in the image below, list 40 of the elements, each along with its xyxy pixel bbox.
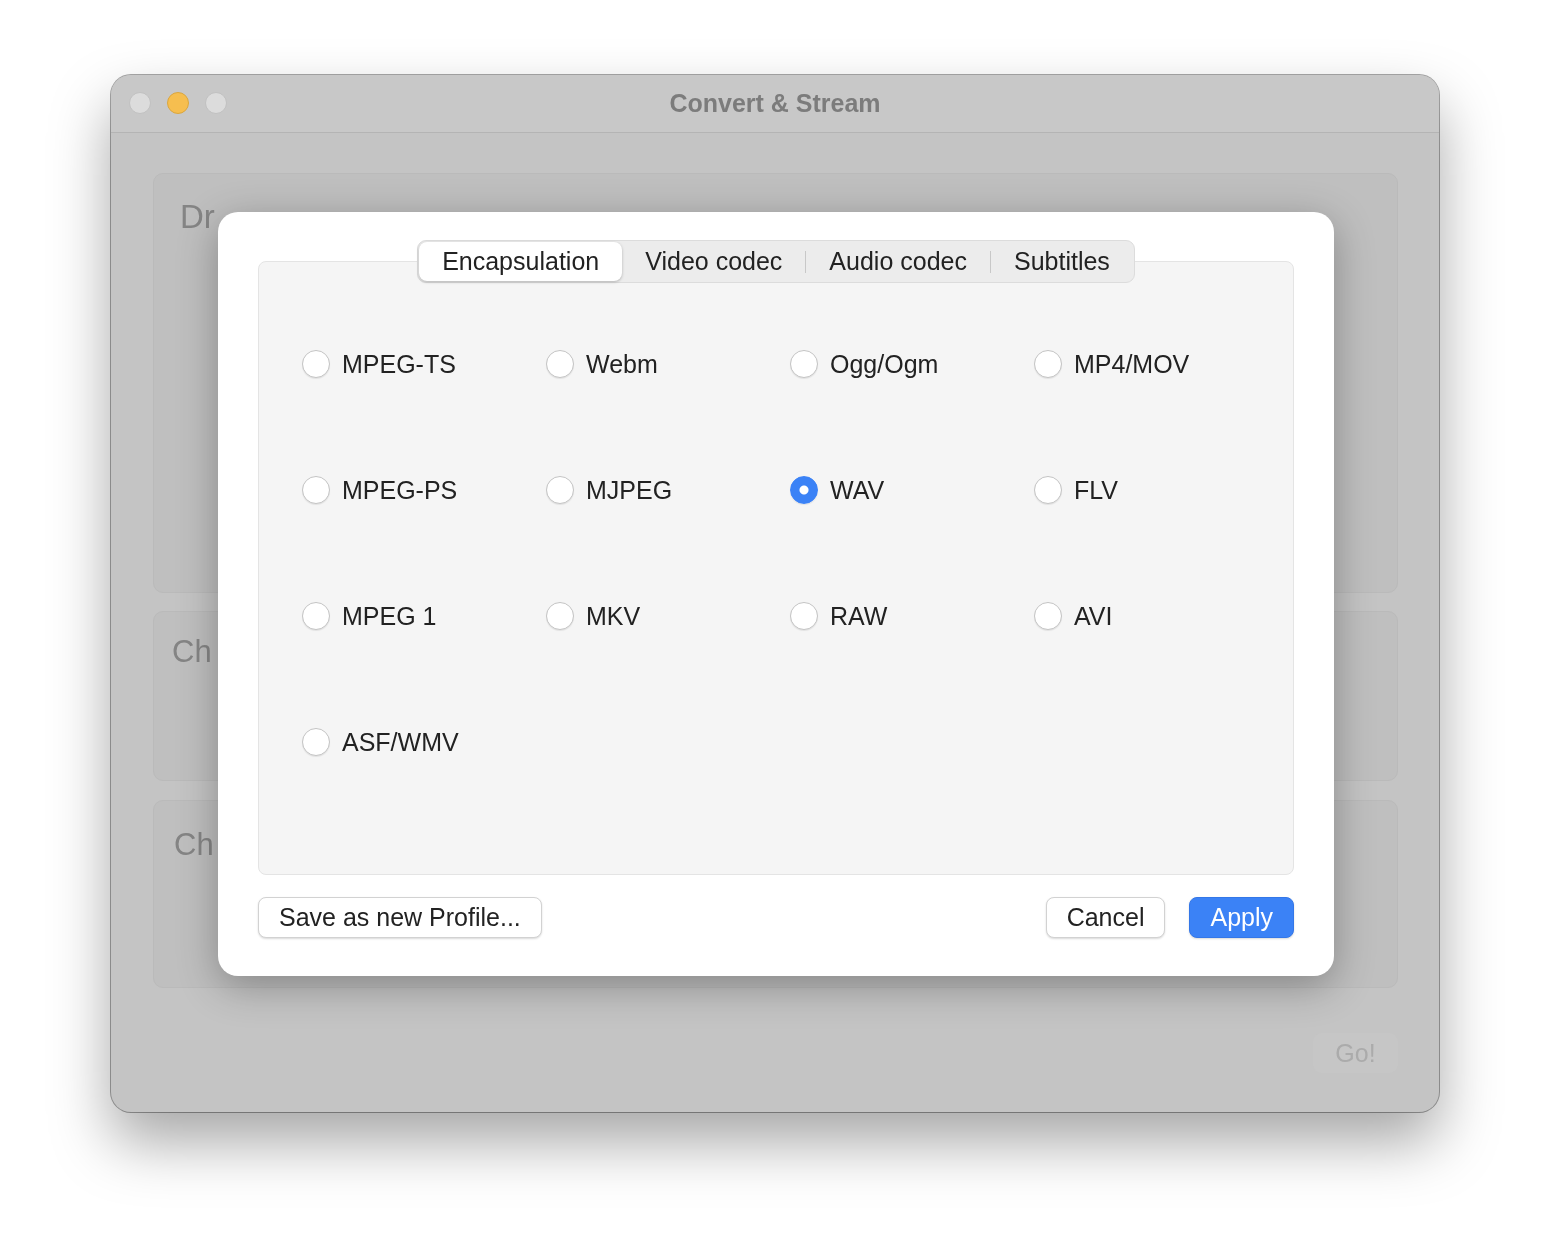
radio-option[interactable]: AVI [1034,592,1113,640]
tab[interactable]: Audio codec [806,242,990,281]
radio-option[interactable]: MPEG-TS [302,340,456,388]
radio-button[interactable] [790,350,818,378]
radio-button[interactable] [1034,602,1062,630]
zoom-button[interactable] [205,92,227,114]
radio-button[interactable] [1034,350,1062,378]
radio-button[interactable] [546,602,574,630]
tab[interactable]: Encapsulation [419,242,623,281]
radio-option[interactable]: Ogg/Ogm [790,340,939,388]
radio-option[interactable]: MJPEG [546,466,673,514]
radio-button[interactable] [546,476,574,504]
dialog-button[interactable]: Cancel [1045,897,1166,938]
window-title: Convert & Stream [669,89,881,118]
tab[interactable]: Subtitles [990,242,1133,281]
apply-button[interactable]: Apply [1189,897,1294,938]
radio-option[interactable]: RAW [790,592,888,640]
radio-button[interactable] [790,476,818,504]
radio-option[interactable]: MKV [546,592,641,640]
radio-option[interactable]: MPEG 1 [302,592,437,640]
radio-button[interactable] [302,350,330,378]
radio-button[interactable] [302,728,330,756]
minimize-button[interactable] [167,92,189,114]
drop-zone-text: Dr [180,198,215,236]
radio-option[interactable]: FLV [1034,466,1118,514]
radio-button[interactable] [790,602,818,630]
radio-option[interactable]: ASF/WMV [302,718,459,766]
radio-button[interactable] [302,476,330,504]
panel-heading: Ch [172,634,212,670]
dialog-button[interactable]: Save as new Profile... [258,897,542,938]
radio-option[interactable]: MP4/MOV [1034,340,1190,388]
close-button[interactable] [129,92,151,114]
tab[interactable]: Video codec [622,242,806,281]
radio-button[interactable] [1034,476,1062,504]
radio-option[interactable]: MPEG-PS [302,466,458,514]
radio-button[interactable] [546,350,574,378]
radio-button[interactable] [302,602,330,630]
panel-heading: Ch [174,827,214,863]
radio-option[interactable]: WAV [790,466,885,514]
radio-option[interactable]: Webm [546,340,658,388]
